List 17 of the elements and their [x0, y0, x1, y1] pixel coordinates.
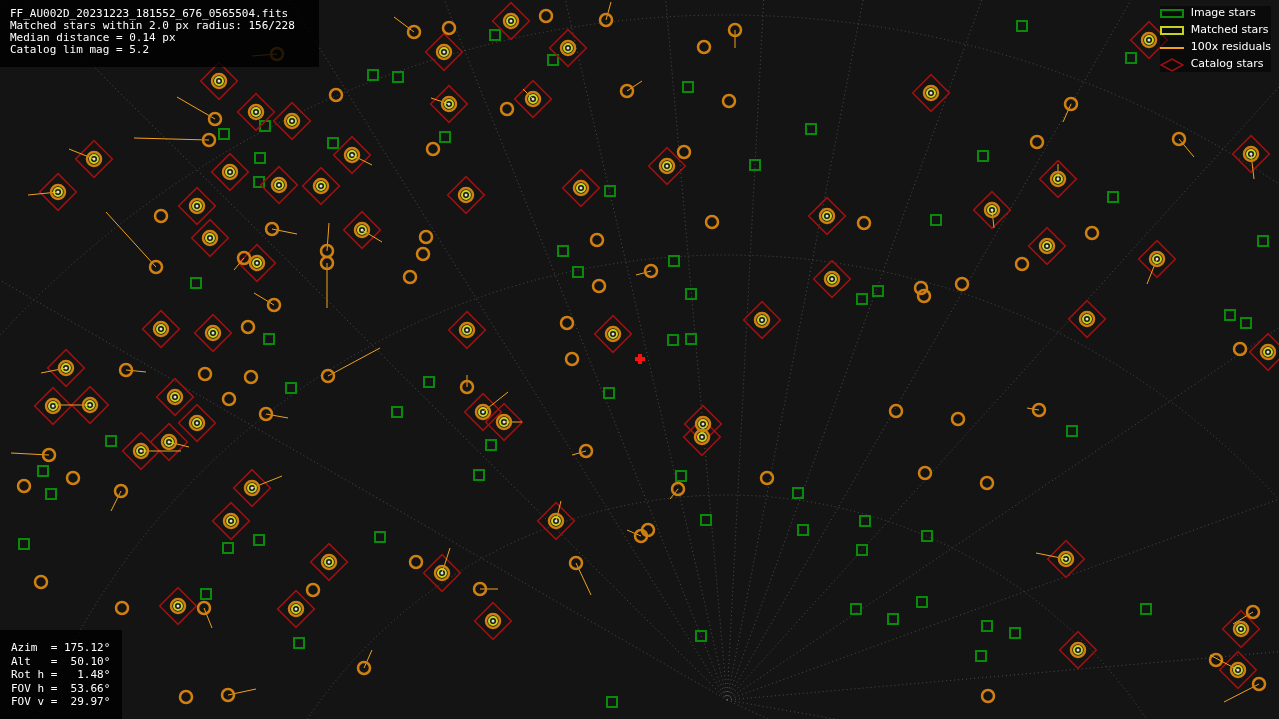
legend-label: Catalog stars [1190, 56, 1264, 73]
line-icon [1159, 46, 1184, 49]
matched-star-marker-icon [1159, 26, 1184, 35]
pointing-text: FOV h = 53.66° [11, 681, 112, 695]
legend-label: Matched stars [1190, 22, 1269, 39]
legend-label: 100x residuals [1190, 39, 1271, 56]
pointing-text: Azim = 175.12° [11, 641, 112, 655]
info-text: FF_AU002D_20231223_181552_676_0565504.fits [10, 8, 290, 20]
pointing-text: FOV v = 29.97° [11, 695, 112, 709]
diamond-icon [1159, 57, 1184, 72]
info-text: Matched stars within 2.0 px radius: 156/228 [10, 20, 296, 32]
pointing-text: Alt = 50.10° [11, 654, 112, 668]
info-text: Median distance = 0.14 px [10, 32, 177, 44]
pointing-text: Rot h = 1.48° [11, 668, 112, 682]
info-text: Catalog lim mag = 5.2 [10, 44, 151, 56]
image-star-marker-icon [1159, 9, 1184, 18]
legend-label: Image stars [1190, 5, 1256, 22]
